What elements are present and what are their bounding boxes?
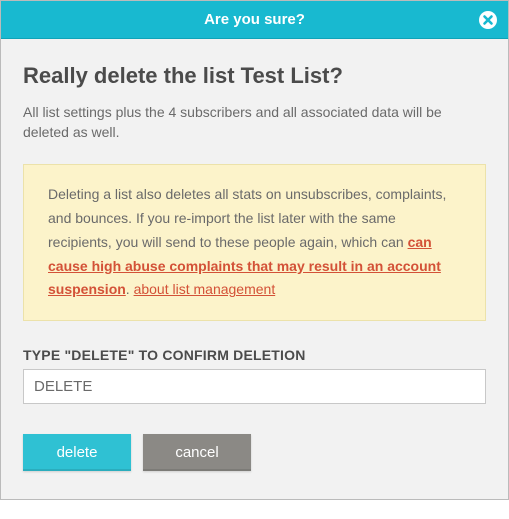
modal-title: Are you sure? [204, 11, 305, 28]
confirm-delete-input[interactable] [23, 369, 486, 404]
modal-header: Are you sure? [1, 1, 508, 39]
about-list-management-link[interactable]: about list management [134, 281, 276, 297]
button-row: delete cancel [23, 434, 486, 471]
confirm-input-label: TYPE "DELETE" TO CONFIRM DELETION [23, 347, 486, 363]
delete-button[interactable]: delete [23, 434, 131, 471]
warning-box: Deleting a list also deletes all stats o… [23, 164, 486, 321]
cancel-button[interactable]: cancel [143, 434, 251, 471]
warning-text: Deleting a list also deletes all stats o… [48, 186, 446, 250]
modal-body: Really delete the list Test List? All li… [1, 39, 508, 499]
warning-separator: . [126, 281, 134, 297]
close-icon[interactable] [478, 10, 498, 30]
confirm-heading: Really delete the list Test List? [23, 63, 486, 89]
confirm-delete-modal: Are you sure? Really delete the list Tes… [0, 0, 509, 500]
confirm-description: All list settings plus the 4 subscribers… [23, 103, 486, 142]
